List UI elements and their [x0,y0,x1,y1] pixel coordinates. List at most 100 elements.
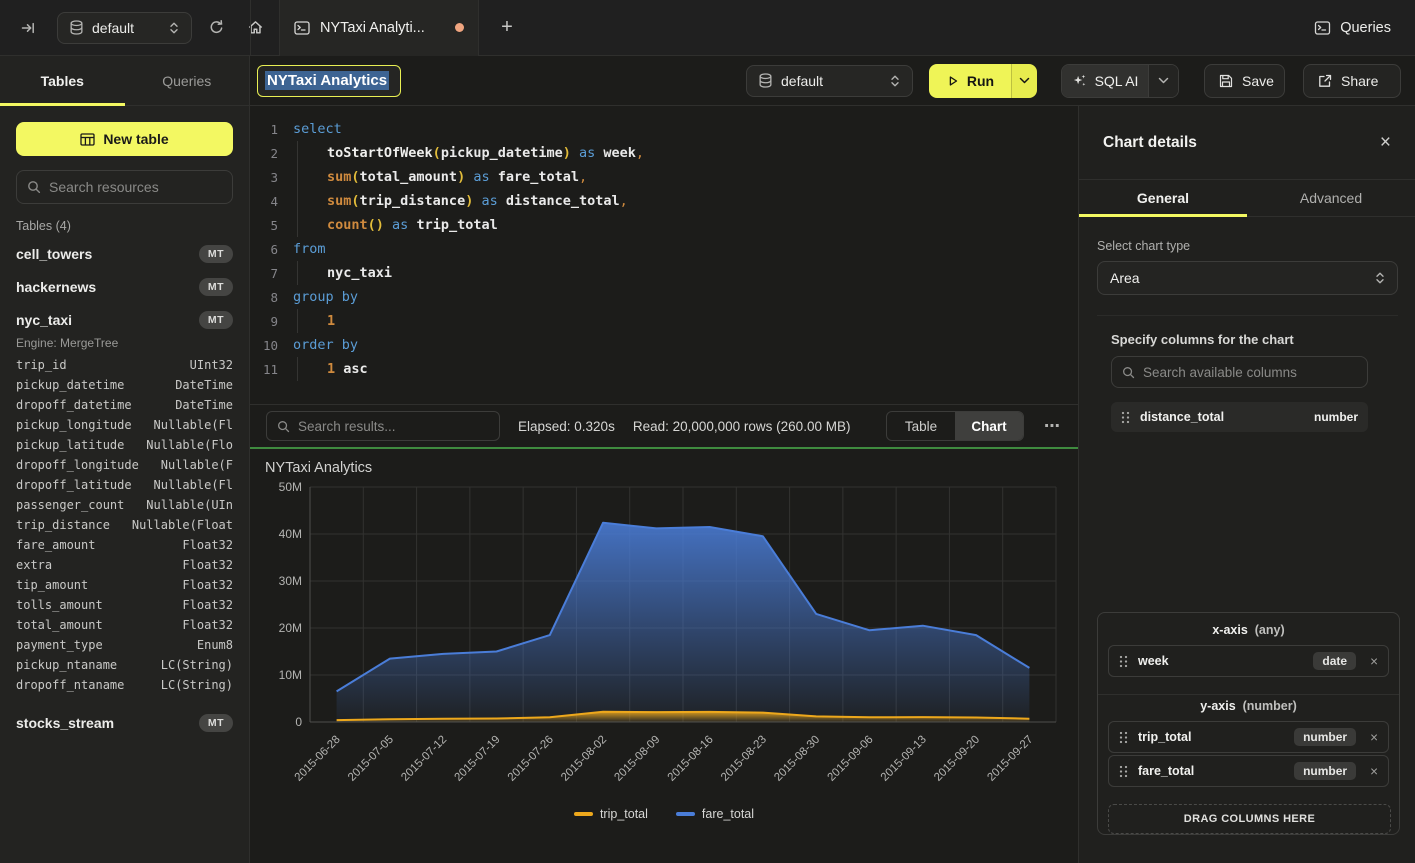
code-line[interactable]: 1select [250,117,1078,141]
table-row-cell-towers[interactable]: cell_towers MT [0,237,249,270]
tab-nytaxi-analytics[interactable]: NYTaxi Analyti... [279,0,479,56]
table-row-hackernews[interactable]: hackernews MT [0,270,249,303]
results-search-input[interactable] [298,419,489,434]
sql-ai-main[interactable]: SQL AI [1062,65,1148,97]
code-text: count() as trip_total [293,217,498,233]
schema-column-row: extraFloat32 [16,558,233,578]
database-icon [759,73,772,88]
code-text: from [293,241,326,257]
svg-text:10M: 10M [279,668,302,682]
chevron-updown-icon [1375,271,1385,285]
sidebar-search[interactable] [16,170,233,204]
schema-column-row: pickup_datetimeDateTime [16,378,233,398]
legend-item-trip_total[interactable]: trip_total [574,807,648,821]
indent-guide [297,261,298,285]
axis-divider [1098,694,1399,695]
area-chart[interactable]: 010M20M30M40M50M2015-06-282015-07-052015… [250,449,1078,863]
code-line[interactable]: 7nyc_taxi [250,261,1078,285]
sql-ai-button[interactable]: SQL AI [1061,64,1179,98]
code-line[interactable]: 111 asc [250,357,1078,381]
drag-handle-icon[interactable] [1119,731,1128,744]
chart-legend: trip_total fare_total [250,807,1078,821]
svg-text:2015-07-12: 2015-07-12 [399,734,449,784]
y-axis-hint: (number) [1243,699,1297,713]
code-line[interactable]: 91 [250,309,1078,333]
remove-icon[interactable]: × [1370,730,1378,745]
drag-handle-icon[interactable] [1119,655,1128,668]
view-toggle-chart[interactable]: Chart [955,412,1023,440]
panel-divider [1097,315,1398,316]
column-item-fare_total[interactable]: fare_totalnumber× [1108,755,1389,787]
code-line[interactable]: 6from [250,237,1078,261]
more-options-icon[interactable]: ⋯ [1042,416,1062,436]
results-search[interactable] [266,411,500,441]
drag-handle-icon[interactable] [1119,765,1128,778]
sql-ai-chevron[interactable] [1148,65,1178,97]
column-item-trip_total[interactable]: trip_totalnumber× [1108,721,1389,753]
schema-column-name: dropoff_ntaname [16,678,124,698]
column-item-week[interactable]: weekdate× [1108,645,1389,677]
queries-button[interactable]: Queries [1314,20,1391,36]
svg-text:2015-08-30: 2015-08-30 [772,734,822,784]
new-table-button[interactable]: New table [16,122,233,156]
line-number: 11 [250,362,278,377]
refresh-icon[interactable] [200,12,232,44]
code-line[interactable]: 8group by [250,285,1078,309]
schema-column-type: DateTime [175,398,233,418]
schema-column-name: tip_amount [16,578,88,598]
drag-handle-icon[interactable] [1121,411,1130,424]
svg-text:2015-09-20: 2015-09-20 [932,734,982,784]
line-number: 5 [250,218,278,233]
save-button[interactable]: Save [1204,64,1285,98]
sidebar-search-input[interactable] [49,179,222,195]
code-line[interactable]: 5 count() as trip_total [250,213,1078,237]
remove-icon[interactable]: × [1370,764,1378,779]
code-line[interactable]: 3sum(total_amount) as fare_total, [250,165,1078,189]
legend-item-fare_total[interactable]: fare_total [676,807,754,821]
query-actions: default Run SQL AI Save [746,64,1401,98]
chevron-updown-icon [169,21,179,35]
run-options-chevron[interactable] [1011,64,1037,98]
share-button[interactable]: Share [1303,64,1401,98]
run-button[interactable]: Run [929,64,1037,98]
column-item-distance_total[interactable]: distance_totalnumber [1111,402,1368,432]
schema-column-row: passenger_countNullable(UIn [16,498,233,518]
sql-editor[interactable]: 1select2toStartOfWeek(pickup_datetime) a… [250,106,1078,404]
close-icon[interactable]: × [1380,133,1391,152]
run-database-selector[interactable]: default [746,65,913,97]
sidebar-tab-queries[interactable]: Queries [125,56,250,105]
table-row-nyc-taxi[interactable]: nyc_taxi MT [0,303,249,336]
schema-column-row: dropoff_ntanameLC(String) [16,678,233,698]
tab-title: NYTaxi Analyti... [320,20,425,36]
remove-icon[interactable]: × [1370,654,1378,669]
query-title-input[interactable]: NYTaxi Analytics [257,65,401,97]
svg-text:2015-07-05: 2015-07-05 [346,734,396,784]
code-line[interactable]: 2toStartOfWeek(pickup_datetime) as week, [250,141,1078,165]
chart-type-select[interactable]: Area [1097,261,1398,295]
database-selector[interactable]: default [57,12,192,44]
run-label: Run [967,73,994,89]
columns-search-input[interactable] [1143,365,1357,380]
tables-header: Tables (4) [16,219,233,233]
new-tab-button[interactable]: + [491,12,523,44]
indent-guide [297,141,298,165]
home-tab[interactable] [232,0,279,56]
panel-tab-general[interactable]: General [1079,180,1247,216]
table-row-stocks-stream[interactable]: stocks_stream MT [0,706,249,739]
columns-search[interactable] [1111,356,1368,388]
schema-column-type: Float32 [182,578,233,598]
new-table-label: New table [103,131,168,147]
sidebar-tab-tables[interactable]: Tables [0,56,125,105]
save-icon [1219,74,1233,88]
view-toggle-table[interactable]: Table [887,412,955,440]
panel-tab-advanced[interactable]: Advanced [1247,180,1415,216]
svg-text:2015-08-02: 2015-08-02 [559,734,609,784]
run-button-main[interactable]: Run [929,64,1011,98]
drop-zone[interactable]: DRAG COLUMNS HERE [1108,804,1391,834]
svg-text:50M: 50M [279,480,302,494]
code-line[interactable]: 10order by [250,333,1078,357]
collapse-sidebar-icon[interactable] [12,12,44,44]
code-line[interactable]: 4sum(trip_distance) as distance_total, [250,189,1078,213]
panel-title: Chart details [1103,134,1197,152]
sql-ai-label: SQL AI [1095,73,1139,89]
